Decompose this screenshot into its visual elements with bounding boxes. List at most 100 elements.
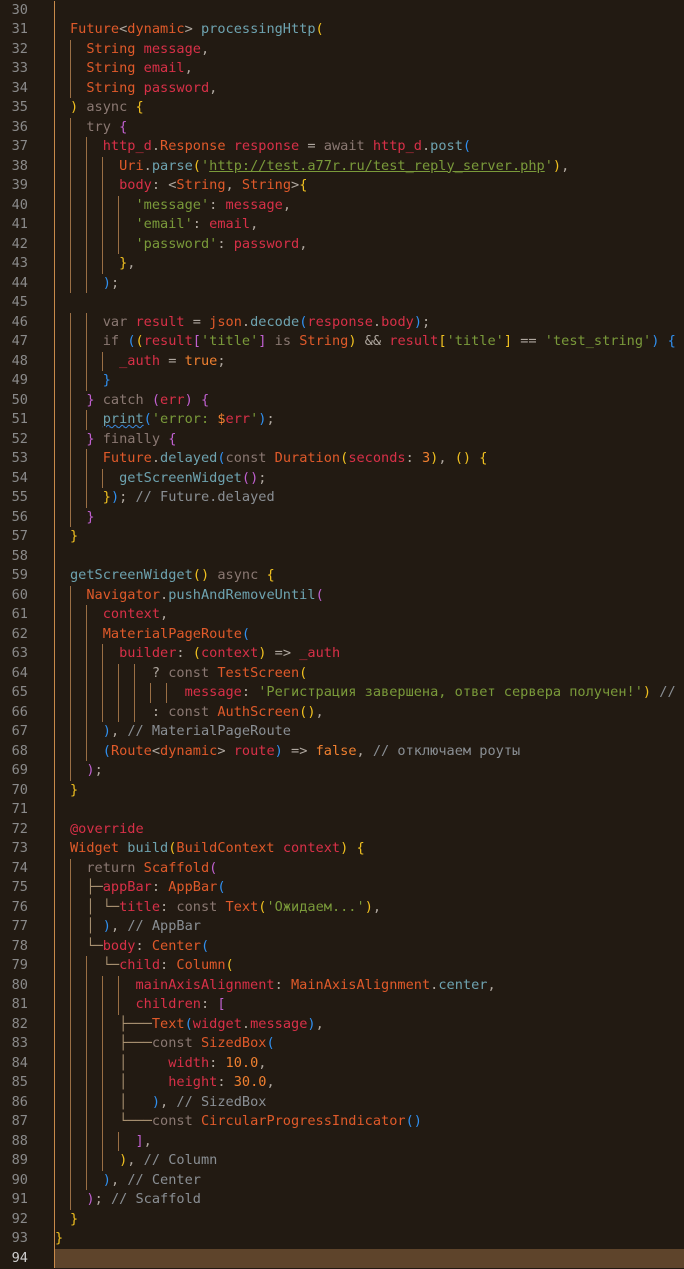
code-line[interactable]: 51 print('error: $err'); [0,410,684,430]
code-line[interactable]: 59 getScreenWidget() async { [0,566,684,586]
code-line[interactable]: 48 _auth = true; [0,351,684,371]
code-line[interactable]: 84 │ width: 10.0, [0,1053,684,1073]
code-line[interactable]: 72 @override [0,819,684,839]
code-line[interactable]: 46 var result = json.decode(response.bod… [0,312,684,332]
code-line[interactable]: 62 MaterialPageRoute( [0,624,684,644]
code-line[interactable]: 38 Uri.parse('http://test.a77r.ru/test_r… [0,156,684,176]
code-line[interactable]: 60 Navigator.pushAndRemoveUntil( [0,585,684,605]
code-line[interactable]: 65 message: 'Регистрация завершена, отве… [0,683,684,703]
code-line[interactable]: 52 } finally { [0,429,684,449]
code-line[interactable]: 89 ), // Column [0,1151,684,1171]
code-line[interactable]: 74 return Scaffold( [0,858,684,878]
indent-guide [54,1053,55,1073]
code-line[interactable]: 78 └─body: Center( [0,936,684,956]
code-line[interactable]: 75 ├─appBar: AppBar( [0,878,684,898]
code-line[interactable]: 53 Future.delayed(const Duration(seconds… [0,449,684,469]
code-line[interactable]: 83 ├───const SizedBox( [0,1034,684,1054]
code-line[interactable]: 31 Future<dynamic> processingHttp( [0,20,684,40]
code-line[interactable]: 67 ), // MaterialPageRoute [0,722,684,742]
code-line[interactable]: 56 } [0,507,684,527]
code-editor[interactable]: 30 31 Future<dynamic> processingHttp(32 St… [0,0,684,1269]
code-line[interactable]: 43 }, [0,254,684,274]
code-line[interactable]: 79 └─child: Column( [0,956,684,976]
code-line[interactable]: 32 String message, [0,39,684,59]
code-line[interactable]: 85 │ height: 30.0, [0,1073,684,1093]
code-line[interactable]: 90 ), // Center [0,1170,684,1190]
code-line[interactable]: 58 [0,546,684,566]
code-line[interactable]: 55 }); // Future.delayed [0,488,684,508]
line-number: 83 [11,1035,28,1051]
indent-guide [54,98,55,118]
indent-guide [54,195,55,215]
code-line[interactable]: 82 ├───Text(widget.message), [0,1014,684,1034]
code-text: │ ), // SizedBox [119,1093,267,1110]
indent-guide [54,741,55,761]
code-line[interactable]: 91 ); // Scaffold [0,1190,684,1210]
code-line[interactable]: 86 │ ), // SizedBox [0,1092,684,1112]
code-line[interactable]: 36 try { [0,117,684,137]
code-line[interactable]: 42 'password': password, [0,234,684,254]
code-text: try { [86,118,128,135]
code-line[interactable]: 81 children: [ [0,995,684,1015]
code-line[interactable]: 54 getScreenWidget(); [0,468,684,488]
code-text: Navigator.pushAndRemoveUntil( [86,586,324,603]
code-line[interactable]: 69 ); [0,761,684,781]
indent-guide [54,273,55,293]
code-text: } [55,1230,64,1246]
code-line[interactable]: 30 [0,0,684,20]
code-line[interactable]: 73 Widget build(BuildContext context) { [0,839,684,859]
indent-guide [54,449,55,469]
code-line[interactable]: 57} [0,527,684,547]
code-text: print('error: $err'); [102,411,275,427]
code-line[interactable]: 33 String email, [0,59,684,79]
code-text: children: [ [135,996,226,1012]
line-number: 86 [11,1093,28,1110]
line-number: 47 [11,333,28,349]
code-line[interactable]: 39 body: <String, String>{ [0,176,684,196]
code-line[interactable]: 87 └───const CircularProgressIndicator() [0,1112,684,1132]
code-line[interactable]: 34 String password, [0,78,684,98]
indent-guide [54,312,55,332]
code-line[interactable]: 92} [0,1209,684,1229]
code-text: message: 'Регистрация завершена, ответ с… [184,684,684,700]
indent-guide [54,410,55,430]
code-text: } [86,508,95,525]
code-line[interactable]: 68 (Route<dynamic> route) => false, // о… [0,741,684,761]
line-number: 39 [11,177,28,193]
code-line[interactable]: 66 : const AuthScreen(), [0,702,684,722]
code-line[interactable]: 41 'email': email, [0,215,684,235]
code-text: String password, [86,79,218,96]
code-line[interactable]: 63 builder: (context) => _auth [0,644,684,664]
indent-guide [54,117,55,137]
line-number: 40 [11,196,28,213]
indent-guide [54,644,55,664]
code-line[interactable]: 40 'message': message, [0,195,684,215]
code-line[interactable]: 80 mainAxisAlignment: MainAxisAlignment.… [0,975,684,995]
code-line[interactable]: 50 } catch (err) { [0,390,684,410]
code-line[interactable]: 47 if ((result['title'] is String) && re… [0,332,684,352]
indent-guide [54,351,55,371]
line-number: 89 [11,1152,28,1168]
code-line[interactable]: 70} [0,780,684,800]
code-line[interactable]: 94 [0,1248,684,1268]
code-line[interactable]: 93} [0,1229,684,1249]
line-number: 82 [11,1015,28,1032]
indent-guide [54,1014,55,1034]
code-line[interactable]: 45 [0,293,684,313]
code-line[interactable]: 44 ); [0,273,684,293]
code-line[interactable]: 77 │ ), // AppBar [0,917,684,937]
code-text: ? const TestScreen( [151,664,308,681]
code-line[interactable]: 88 ], [0,1131,684,1151]
indent-guide [54,1092,55,1112]
code-line[interactable]: 64 ? const TestScreen( [0,663,684,683]
code-line[interactable]: 37 http_d.Response response = await http… [0,137,684,157]
code-line[interactable]: 76 │ └─title: const Text('Ожидаем...'), [0,897,684,917]
line-number: 53 [11,450,28,466]
code-line[interactable]: 61 context, [0,605,684,625]
code-text: getScreenWidget() async { [70,567,275,583]
code-line[interactable]: 49 } [0,371,684,391]
code-line[interactable]: 35) async { [0,98,684,118]
code-line[interactable]: 71 [0,800,684,820]
code-text: } [102,372,111,388]
code-text: Widget build(BuildContext context) { [70,840,365,856]
